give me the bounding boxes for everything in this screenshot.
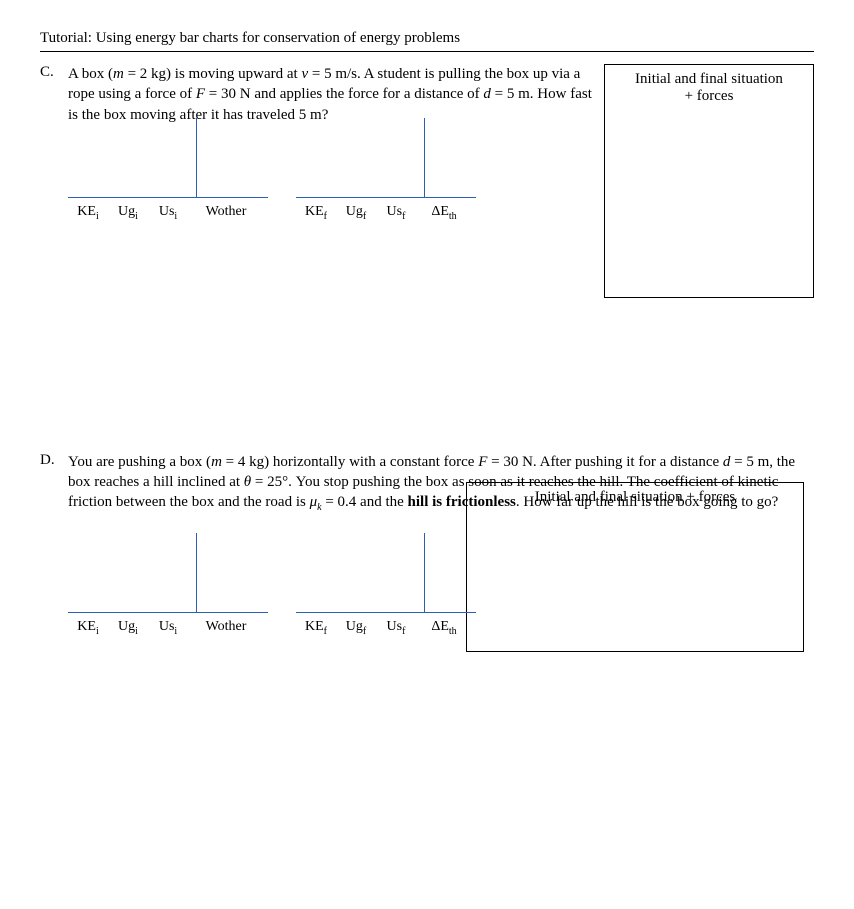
situation-box-c: Initial and final situation + forces — [604, 64, 814, 298]
var-mu: μ — [310, 494, 318, 510]
label-Usf: Us — [387, 619, 403, 635]
sub: i — [174, 626, 177, 637]
label-KEf: KE — [305, 204, 324, 220]
var-d: d — [483, 86, 491, 102]
sub: f — [324, 626, 327, 637]
label-Wother: Wother — [206, 619, 247, 635]
sub: f — [402, 211, 405, 222]
chart-c-final: KEf Ugf Usf ΔEth — [296, 118, 476, 222]
chart-d-initial: KEi Ugi Usi Wother — [68, 533, 268, 637]
page-title: Tutorial: Using energy bar charts for co… — [40, 30, 814, 47]
charts-row-d: KEi Ugi Usi Wother — [68, 533, 476, 637]
situation-box-line1: Initial and final situation — [605, 71, 813, 88]
sub: th — [449, 626, 457, 637]
label-dEth: ΔE — [431, 619, 449, 635]
chart-c-initial: KEi Ugi Usi Wother — [68, 118, 268, 222]
label-KEi: KE — [77, 204, 96, 220]
sub: th — [449, 211, 457, 222]
label-dEth: ΔE — [431, 204, 449, 220]
var-F: F — [196, 86, 205, 102]
chart-d-final: KEf Ugf Usf ΔEth — [296, 533, 476, 637]
situation-box-line2: + forces — [605, 88, 813, 105]
text: You are pushing a box ( — [68, 454, 211, 470]
problem-c-letter: C. — [40, 64, 68, 81]
situation-box-d-text: Initial and final situation + forces — [467, 489, 803, 506]
situation-box-d: Initial and final situation + forces — [466, 482, 804, 652]
sub: i — [96, 211, 99, 222]
label-Usi: Us — [159, 204, 175, 220]
title-rule — [40, 51, 814, 52]
sub: f — [402, 626, 405, 637]
sub: f — [363, 211, 366, 222]
sub: i — [135, 626, 138, 637]
chart-d-initial-labels: KEi Ugi Usi Wother — [68, 619, 264, 637]
label-KEf: KE — [305, 619, 324, 635]
label-KEi: KE — [77, 619, 96, 635]
sub: i — [96, 626, 99, 637]
text: A box ( — [68, 66, 113, 82]
label-Ugf: Ug — [346, 619, 363, 635]
var-F: F — [478, 454, 487, 470]
chart-c-initial-labels: KEi Ugi Usi Wother — [68, 204, 264, 222]
label-Ugf: Ug — [346, 204, 363, 220]
sub: f — [324, 211, 327, 222]
sub: i — [135, 211, 138, 222]
problem-c-text: A box (m = 2 kg) is moving upward at v =… — [68, 64, 592, 125]
label-Ugi: Ug — [118, 204, 135, 220]
text: = 30 N and applies the force for a dista… — [205, 86, 483, 102]
text: = 0.4 and the — [322, 494, 408, 510]
chart-d-final-labels: KEf Ugf Usf ΔEth — [296, 619, 472, 637]
problem-d-letter: D. — [40, 452, 68, 469]
text: = 30 N. After pushing it for a distance — [487, 454, 723, 470]
chart-c-final-labels: KEf Ugf Usf ΔEth — [296, 204, 472, 222]
label-Ugi: Ug — [118, 619, 135, 635]
label-Usf: Us — [387, 204, 403, 220]
label-Wother: Wother — [206, 204, 247, 220]
sub: f — [363, 626, 366, 637]
text: = 4 kg) horizontally with a constant for… — [222, 454, 478, 470]
label-Usi: Us — [159, 619, 175, 635]
sub: i — [174, 211, 177, 222]
var-m: m — [113, 66, 124, 82]
var-m: m — [211, 454, 222, 470]
text: = 2 kg) is moving upward at — [124, 66, 302, 82]
